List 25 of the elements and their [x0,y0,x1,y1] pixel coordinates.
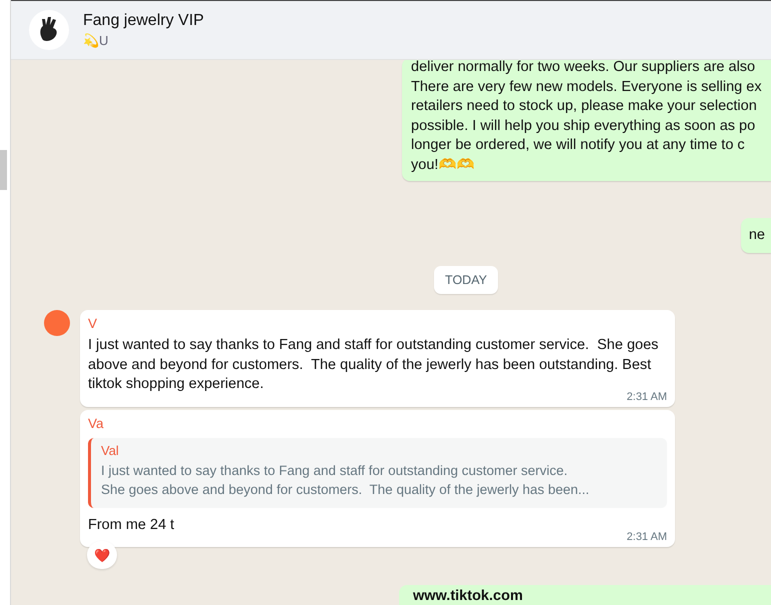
quote-text: She goes above and beyond for customers. The quality of the jewerly has been... [101,481,590,499]
message-text: retailers need to stock up, please make your selection [411,97,758,116]
scrollbar[interactable] [0,150,7,190]
message-text: longer be ordered, we will notify you at any time to c [411,136,746,155]
message-text: There are very few new models. Everyone is selling ex [411,78,763,96]
message-text: deliver normally for two weeks. Our suppliers are also [411,60,756,77]
message-time: 2:31 AM [626,531,667,543]
avatar-icon [44,310,70,336]
chat-subtitle: 💫U [83,33,110,48]
quote-text: I just wanted to say thanks to Fang and staff for outstanding customer service. [101,462,569,480]
message-time: 2:31 AM [626,390,667,402]
quoted-message[interactable]: Val I just wanted to say thanks to Fang and staff for outstanding customer service. She goes above and beyond for customers. The quality of the jewerly has been... [88,438,667,508]
message-text: I just wanted to say thanks to Fang and staff for outstanding customer service. She goes above and beyond for customers. The quality of the jewerly has been outstanding. Best tiktok shopping experience. [88,336,660,392]
quote-sender: Val [101,442,120,460]
chat-title: Fang jewelry VIP [83,12,204,30]
link-text[interactable]: www.tiktok.com [413,588,763,605]
message-text: possible. I will help you ship everything as soon as po [411,116,756,136]
date-chip: TODAY [434,266,498,294]
sender-name: V [88,316,98,333]
heart-reaction[interactable]: ❤ [87,541,117,569]
message-text: you!🫶🫶 [411,156,476,174]
message-text: From me 24 t [88,516,176,534]
sender-name: Va [88,416,105,432]
hand-avatar-icon [29,10,69,50]
message-text: ne [748,226,765,245]
